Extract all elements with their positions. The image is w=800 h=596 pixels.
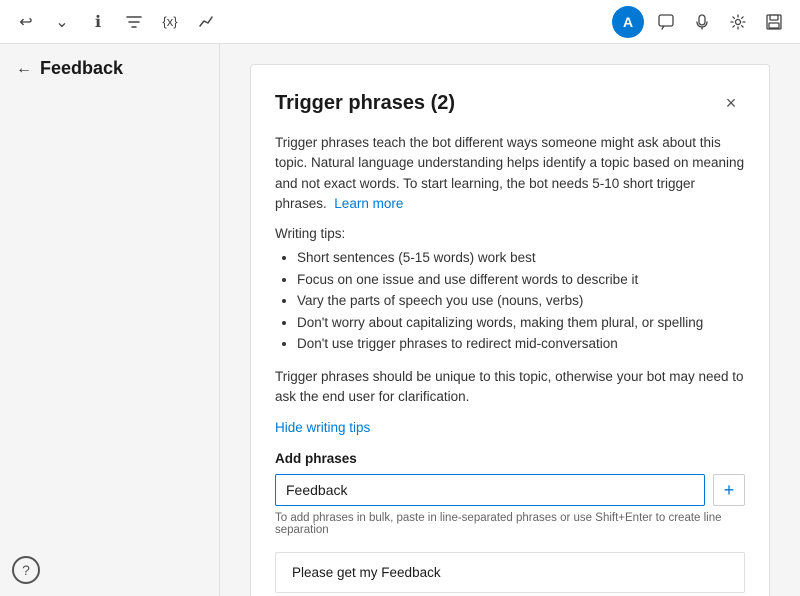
back-navigation[interactable]: ← Feedback [0, 44, 219, 93]
back-arrow-icon: ← [16, 60, 32, 78]
bulk-hint: To add phrases in bulk, paste in line-se… [275, 512, 745, 536]
settings-icon[interactable] [724, 8, 752, 36]
save-icon[interactable] [760, 8, 788, 36]
toolbar-left: ↩ ⌄ ℹ {x} [12, 8, 220, 36]
info-icon[interactable]: ℹ [84, 8, 112, 36]
learn-more-link[interactable]: Learn more [334, 196, 403, 211]
tip-item: Don't worry about capitalizing words, ma… [297, 312, 745, 334]
close-button[interactable]: × [717, 89, 745, 117]
panel-title: Trigger phrases (2) [275, 92, 455, 115]
unique-note: Trigger phrases should be unique to this… [275, 367, 745, 408]
tip-item: Focus on one issue and use different wor… [297, 269, 745, 291]
phrase-input[interactable] [275, 474, 705, 506]
variable-icon[interactable]: {x} [156, 8, 184, 36]
main-area: ← Feedback ? Trigger phrases (2) × Trigg… [0, 44, 800, 596]
undo-icon[interactable]: ↩ [12, 8, 40, 36]
panel-description: Trigger phrases teach the bot different … [275, 133, 745, 214]
avatar[interactable]: A [612, 6, 644, 38]
chart-icon[interactable] [192, 8, 220, 36]
tip-item: Don't use trigger phrases to redirect mi… [297, 333, 745, 355]
content-area: Trigger phrases (2) × Trigger phrases te… [220, 44, 800, 596]
toolbar: ↩ ⌄ ℹ {x} A [0, 0, 800, 44]
help-icon[interactable]: ? [12, 556, 40, 584]
add-phrases-label: Add phrases [275, 451, 745, 466]
hide-tips-link[interactable]: Hide writing tips [275, 420, 370, 435]
dropdown-icon[interactable]: ⌄ [48, 8, 76, 36]
tips-list: Short sentences (5-15 words) work best F… [275, 247, 745, 355]
toolbar-right: A [612, 6, 788, 38]
tip-item: Short sentences (5-15 words) work best [297, 247, 745, 269]
mic-icon[interactable] [688, 8, 716, 36]
writing-tips-title: Writing tips: [275, 226, 745, 241]
phrase-item-1[interactable]: Please get my Feedback [275, 552, 745, 593]
left-bottom: ? [0, 544, 219, 596]
panel-header: Trigger phrases (2) × [275, 89, 745, 117]
filter-icon[interactable] [120, 8, 148, 36]
comment-icon[interactable] [652, 8, 680, 36]
left-panel: ← Feedback ? [0, 44, 220, 596]
trigger-phrases-panel: Trigger phrases (2) × Trigger phrases te… [250, 64, 770, 596]
tip-item: Vary the parts of speech you use (nouns,… [297, 290, 745, 312]
add-phrase-button[interactable]: + [713, 474, 745, 506]
page-title: Feedback [40, 58, 123, 79]
phrase-input-row: + [275, 474, 745, 506]
